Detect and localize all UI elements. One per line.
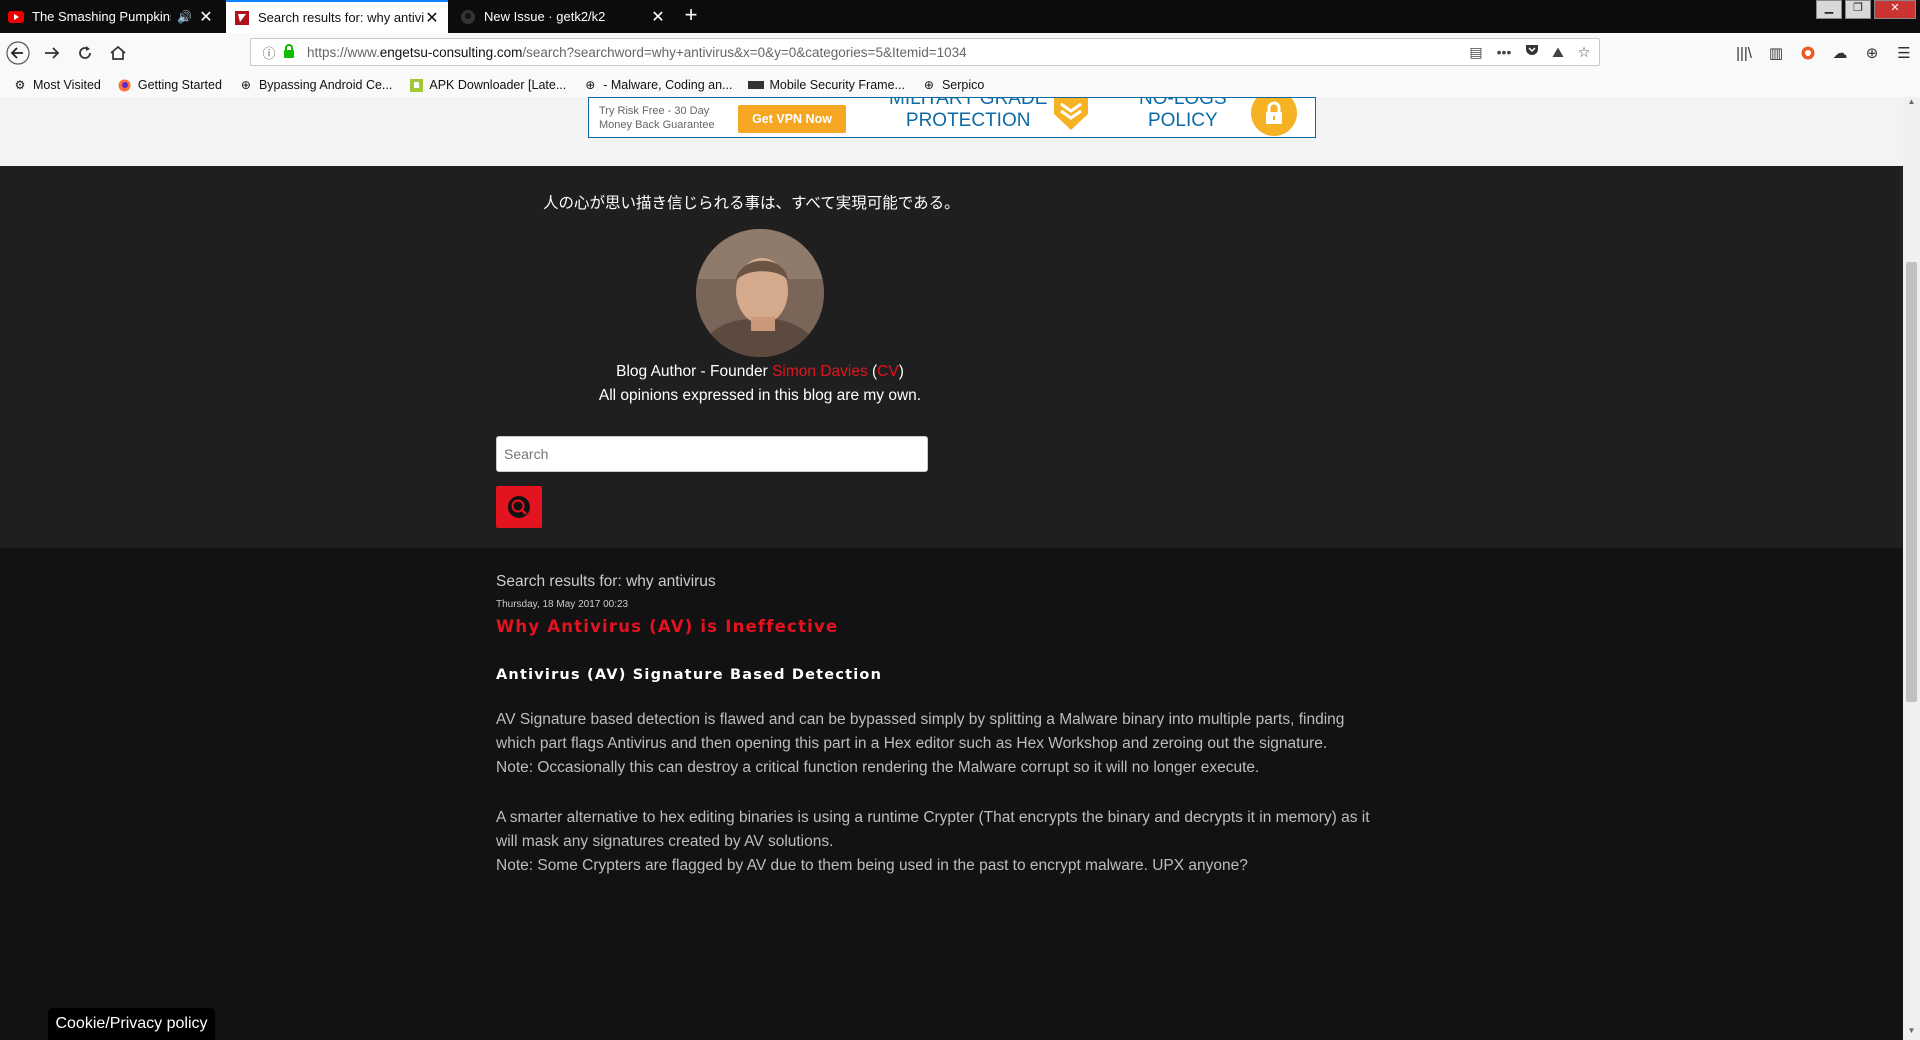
- gear-icon: ⚙: [14, 78, 26, 92]
- close-tab-icon[interactable]: ✕: [424, 8, 440, 28]
- firefox-icon: [117, 77, 133, 93]
- window-controls: ▁ ❐ ✕: [1813, 0, 1916, 19]
- extension-icon[interactable]: [1792, 39, 1824, 67]
- download-icon[interactable]: ⊕: [1856, 39, 1888, 67]
- page-scrollbar[interactable]: ▲ ▼: [1903, 97, 1920, 1040]
- bookmark-serpico[interactable]: ⊕ Serpico: [921, 77, 984, 93]
- cv-link[interactable]: CV: [877, 363, 899, 380]
- close-tab-icon[interactable]: ✕: [198, 7, 214, 27]
- forward-button[interactable]: [38, 39, 66, 67]
- bookmarks-toolbar: ⚙ Most Visited Getting Started ⊕ Bypassing…: [0, 73, 1920, 98]
- back-arrow-icon: [6, 41, 30, 65]
- globe-icon: ⊕: [240, 78, 251, 92]
- bookmark-malware-coding[interactable]: ⊕ - Malware, Coding an...: [582, 77, 732, 93]
- results-label: Search results for: why antivirus: [496, 573, 716, 590]
- globe-icon: ⊕: [923, 78, 934, 92]
- navigation-toolbar: ⓘ https://www.engetsu-consulting.com/sea…: [0, 33, 1920, 74]
- toolbar-right: |||\ ▥ ☁ ⊕ ☰: [1728, 39, 1920, 67]
- ad-military-text: MILITARY GRADE PROTECTION: [889, 97, 1048, 131]
- pocket-icon[interactable]: [1521, 44, 1543, 60]
- tab-github[interactable]: New Issue · getk2/k2 ✕: [452, 0, 674, 33]
- search-results-section: Search results for: why antivirus Thursd…: [0, 548, 1903, 1040]
- shield-icon: [1050, 98, 1092, 136]
- search-button[interactable]: [496, 486, 542, 528]
- tab-title: The Smashing Pumpkins - 1: [32, 9, 172, 24]
- tab-search-results[interactable]: Search results for: why antivirus ✕: [226, 0, 448, 33]
- scroll-up-arrow[interactable]: ▲: [1903, 97, 1920, 111]
- site-icon: [234, 10, 250, 26]
- lock-icon[interactable]: [283, 43, 299, 61]
- minimize-button[interactable]: ▁: [1816, 0, 1842, 19]
- result-date: Thursday, 18 May 2017 00:23: [496, 599, 629, 610]
- scroll-down-arrow[interactable]: ▼: [1903, 1026, 1920, 1040]
- search-icon: [508, 496, 530, 518]
- tab-strip: The Smashing Pumpkins - 1 🔊 ✕ Search res…: [0, 0, 1920, 33]
- url-text[interactable]: https://www.engetsu-consulting.com/searc…: [307, 45, 1465, 60]
- url-bar[interactable]: ⓘ https://www.engetsu-consulting.com/sea…: [250, 38, 1600, 66]
- reader-view-icon[interactable]: ▤: [1465, 44, 1487, 61]
- tab-title: New Issue · getk2/k2: [484, 9, 606, 24]
- bookmark-getting-started[interactable]: Getting Started: [117, 77, 222, 93]
- back-button[interactable]: [4, 39, 32, 67]
- close-tab-icon[interactable]: ✕: [650, 7, 666, 27]
- sync-icon[interactable]: ☁: [1824, 39, 1856, 67]
- youtube-icon: [8, 9, 24, 25]
- android-icon: [408, 77, 424, 93]
- get-vpn-button[interactable]: Get VPN Now: [738, 105, 846, 133]
- page-viewport: Try Risk Free - 30 Day Money Back Guaran…: [0, 97, 1903, 1040]
- result-paragraph: AV Signature based detection is flawed a…: [496, 711, 1345, 776]
- ad-risk-text: Try Risk Free - 30 Day Money Back Guaran…: [599, 105, 715, 131]
- bookmark-apk-downloader[interactable]: APK Downloader [Late...: [408, 77, 566, 93]
- result-title-link[interactable]: Why Antivirus (AV) is Ineffective: [496, 617, 838, 636]
- bookmark-bypassing-android[interactable]: ⊕ Bypassing Android Ce...: [238, 77, 392, 93]
- page-actions-icon[interactable]: •••: [1491, 44, 1517, 60]
- scrollbar-thumb[interactable]: [1906, 262, 1917, 702]
- padlock-icon: [1251, 98, 1297, 136]
- bookmark-mobile-security[interactable]: Mobile Security Frame...: [748, 77, 905, 93]
- search-input[interactable]: [496, 436, 928, 472]
- cookie-policy-button[interactable]: Cookie/Privacy policy: [48, 1008, 215, 1040]
- banner-area: Try Risk Free - 30 Day Money Back Guaran…: [0, 97, 1903, 166]
- library-icon[interactable]: |||\: [1728, 39, 1760, 67]
- author-credit: Blog Author - Founder Simon Davies (CV): [616, 363, 904, 380]
- tab-title: Search results for: why antivirus: [258, 10, 424, 25]
- reload-button[interactable]: [71, 39, 99, 67]
- reload-icon: [79, 46, 91, 59]
- vpn-advert[interactable]: Try Risk Free - 30 Day Money Back Guaran…: [588, 97, 1316, 138]
- globe-icon: ⊕: [585, 78, 596, 92]
- home-icon: [110, 45, 126, 60]
- restore-button[interactable]: ❐: [1845, 0, 1871, 19]
- tab-youtube[interactable]: The Smashing Pumpkins - 1 🔊 ✕: [0, 0, 222, 33]
- result-paragraph: A smarter alternative to hex editing bin…: [496, 809, 1370, 874]
- screenshot-icon[interactable]: ⛰: [1547, 44, 1569, 61]
- speaker-icon[interactable]: 🔊: [177, 10, 192, 24]
- sidebar-icon[interactable]: ▥: [1760, 39, 1792, 67]
- new-tab-button[interactable]: +: [680, 0, 702, 33]
- menu-icon[interactable]: ☰: [1888, 39, 1920, 67]
- author-section: 人の心が思い描き信じられる事は、すべて実現可能である。 Blog Author …: [0, 166, 1903, 548]
- mobsf-icon: [748, 77, 765, 93]
- github-icon: [460, 9, 476, 25]
- bookmark-star-icon[interactable]: ☆: [1573, 44, 1595, 61]
- forward-arrow-icon: [45, 47, 60, 59]
- bookmark-most-visited[interactable]: ⚙ Most Visited: [12, 77, 101, 93]
- info-icon[interactable]: ⓘ: [259, 43, 279, 62]
- japanese-quote: 人の心が思い描き信じられる事は、すべて実現可能である。: [543, 195, 960, 212]
- author-avatar: [696, 229, 824, 357]
- close-window-button[interactable]: ✕: [1874, 0, 1916, 19]
- opinions-disclaimer: All opinions expressed in this blog are …: [598, 387, 922, 404]
- ad-nologs-text: NO-LOGS POLICY: [1139, 97, 1227, 131]
- author-name-link[interactable]: Simon Davies: [772, 363, 868, 380]
- home-button[interactable]: [104, 39, 132, 67]
- result-heading: Antivirus (AV) Signature Based Detection: [496, 667, 883, 683]
